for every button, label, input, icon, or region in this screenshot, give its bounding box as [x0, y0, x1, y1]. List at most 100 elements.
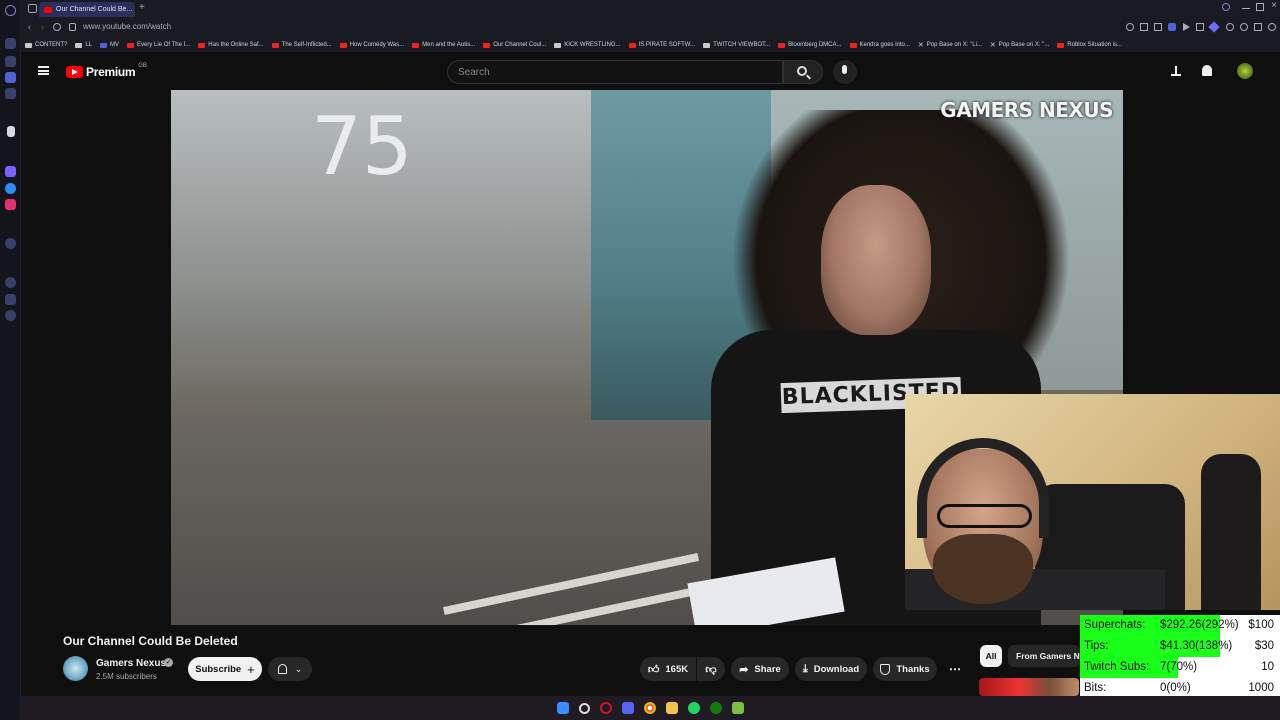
- youtube-logo[interactable]: Premium GB: [66, 63, 147, 79]
- maximize-icon[interactable]: [1256, 3, 1264, 11]
- vpn-icon[interactable]: [1168, 23, 1176, 31]
- opera-menu-icon[interactable]: [5, 5, 16, 16]
- new-tab-icon[interactable]: +: [139, 2, 145, 13]
- messenger-chat-icon[interactable]: [5, 183, 16, 194]
- clock-icon[interactable]: [5, 277, 16, 288]
- like-button[interactable]: 👍︎ 165K: [640, 657, 696, 681]
- folder-icon: [703, 42, 711, 48]
- play-icon[interactable]: [1183, 23, 1190, 31]
- forward-icon[interactable]: ›: [41, 22, 44, 32]
- extensions-icon[interactable]: [5, 294, 16, 305]
- dislike-button[interactable]: 👎︎: [697, 657, 725, 681]
- download-button[interactable]: ⤓ Download: [795, 657, 867, 681]
- more-actions-button[interactable]: ⋯: [943, 657, 967, 681]
- plus-icon: +: [247, 661, 255, 677]
- aria-icon[interactable]: [7, 126, 15, 137]
- microphone-icon: [842, 65, 847, 74]
- menu-icon[interactable]: [1268, 23, 1276, 31]
- messenger-icon[interactable]: [5, 72, 16, 83]
- xbox-icon[interactable]: [710, 702, 722, 714]
- spotify-icon[interactable]: [688, 702, 700, 714]
- bookmark-icon[interactable]: [5, 56, 16, 67]
- voice-search-button[interactable]: [833, 60, 857, 84]
- bookmark-item[interactable]: Every Lie Of The I...: [127, 42, 190, 48]
- history-icon[interactable]: [5, 88, 16, 99]
- stat-row: Superchats: $292.26(292%) $100: [1080, 615, 1280, 636]
- channel-name[interactable]: Gamers Nexus: [96, 658, 166, 669]
- bookmark-item[interactable]: MV: [100, 42, 119, 48]
- hamburger-menu-icon[interactable]: [38, 66, 49, 75]
- channel-avatar[interactable]: [63, 656, 88, 681]
- folder-icon: [75, 42, 83, 48]
- more-horizontal-icon: ⋯: [949, 662, 961, 676]
- bookmark-item[interactable]: The Self-Inflicted...: [271, 42, 332, 48]
- minimize-icon[interactable]: [1242, 8, 1250, 9]
- search-input[interactable]: Search: [447, 60, 783, 84]
- recommended-video-thumbnail[interactable]: [979, 678, 1079, 696]
- video-title: Our Channel Could Be Deleted: [63, 634, 238, 648]
- url-field[interactable]: www.youtube.com/watch: [83, 22, 171, 31]
- close-icon[interactable]: ×: [1271, 0, 1277, 11]
- download-page-icon[interactable]: [1254, 23, 1262, 31]
- reload-icon[interactable]: [53, 23, 61, 31]
- windows-start-icon[interactable]: [557, 702, 569, 714]
- search-button[interactable]: [783, 60, 823, 84]
- share-arrow-icon: ➦: [739, 663, 749, 676]
- extensions-icon[interactable]: [1240, 23, 1248, 31]
- easy-setup-icon[interactable]: [1226, 23, 1234, 31]
- chip-all[interactable]: All: [980, 645, 1002, 667]
- bookmark-item[interactable]: IS PIRATE SOFTW...: [628, 42, 695, 48]
- share-page-icon[interactable]: [1154, 23, 1162, 31]
- tab-list-icon[interactable]: [28, 4, 37, 13]
- search-tabs-icon[interactable]: [1222, 3, 1230, 11]
- zoom-icon[interactable]: [1126, 23, 1134, 31]
- file-explorer-icon[interactable]: [666, 702, 678, 714]
- minecraft-icon[interactable]: [732, 702, 744, 714]
- x-logo-icon: ✕: [917, 42, 924, 49]
- share-button[interactable]: ➦ Share: [731, 657, 789, 681]
- tab-active[interactable]: Our Channel Could Be...: [39, 2, 135, 17]
- player-icon[interactable]: [5, 238, 16, 249]
- opera-icon[interactable]: [600, 702, 612, 714]
- chip-from-channel[interactable]: From Gamers Nexus: [1008, 645, 1080, 667]
- search-icon[interactable]: [579, 702, 590, 714]
- youtube-favicon-icon: [339, 42, 347, 48]
- bookmark-item[interactable]: CONTENT?: [25, 42, 67, 48]
- bookmark-item[interactable]: How Comedy Was...: [339, 42, 404, 48]
- bookmark-item[interactable]: Roblox Situation is...: [1057, 42, 1122, 48]
- bookmark-item[interactable]: TWITCH VIEWBOT...: [703, 42, 770, 48]
- stat-value: $41.30(138%): [1160, 640, 1233, 652]
- bookmark-item[interactable]: Has the Online Saf...: [198, 42, 264, 48]
- instagram-icon[interactable]: [5, 199, 16, 210]
- browser-sidebar: [0, 0, 21, 720]
- stat-value: 7(70%): [1160, 661, 1198, 673]
- youtube-header: Premium GB Search: [21, 52, 1280, 90]
- bookmark-item[interactable]: Bloomberg DMCA...: [778, 42, 842, 48]
- snapshot-icon[interactable]: [1196, 23, 1204, 31]
- bookmark-item[interactable]: Men and the Autis...: [412, 42, 475, 48]
- discord-icon[interactable]: [622, 702, 634, 714]
- building-number-sign: 75: [311, 100, 413, 193]
- chrome-icon[interactable]: [644, 702, 656, 714]
- bookmark-item[interactable]: ✕ Pop Base on X: "Li...: [918, 41, 982, 49]
- subscribe-button[interactable]: Subscribe +: [188, 657, 262, 681]
- thanks-button[interactable]: Thanks: [873, 657, 937, 681]
- notification-settings-button[interactable]: ⌄: [268, 657, 312, 681]
- bookmark-item[interactable]: Kendra goes into...: [849, 42, 910, 48]
- tab-bar: Our Channel Could Be... + ×: [21, 0, 1280, 18]
- home-icon[interactable]: [5, 38, 16, 49]
- upload-icon[interactable]: [1171, 66, 1181, 76]
- back-icon[interactable]: ‹: [28, 22, 31, 32]
- bookmark-item[interactable]: Our Channel Coul...: [483, 42, 546, 48]
- account-avatar[interactable]: [1237, 63, 1253, 79]
- heart-icon[interactable]: [1208, 21, 1220, 33]
- settings-icon[interactable]: [5, 310, 16, 321]
- youtube-favicon-icon: [628, 42, 636, 48]
- camera-icon[interactable]: [1140, 23, 1148, 31]
- bookmark-item[interactable]: ✕ Pop Base on X: "...: [990, 41, 1049, 49]
- bookmark-item[interactable]: LL: [75, 42, 92, 48]
- stat-value: $292.26(292%): [1160, 619, 1239, 631]
- bookmark-item[interactable]: KICK WRESTLING...: [554, 42, 621, 48]
- twitch-icon[interactable]: [5, 166, 16, 177]
- notifications-bell-icon[interactable]: [1202, 65, 1212, 76]
